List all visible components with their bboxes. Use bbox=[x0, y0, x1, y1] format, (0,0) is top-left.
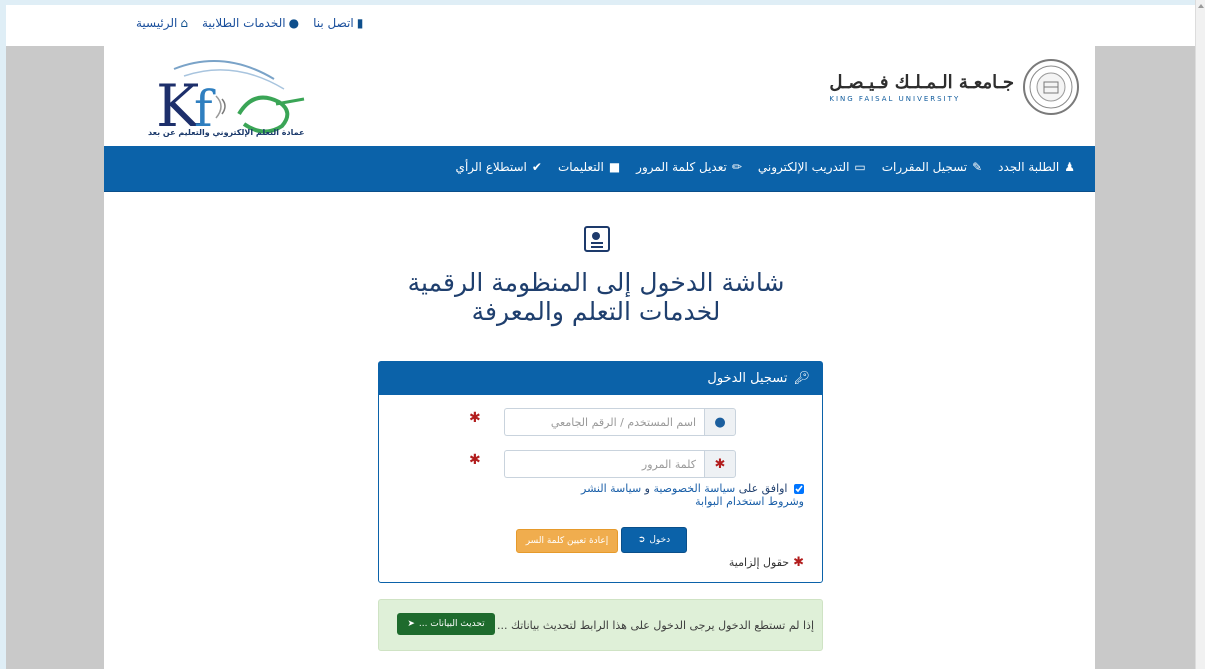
reset-password-button[interactable]: إعادة تعيين كلمة السر bbox=[516, 529, 618, 553]
page-title: شاشة الدخول إلى المنظومة الرقمية لخدمات … bbox=[407, 268, 785, 326]
top-link-home[interactable]: ⌂ الرئيسية bbox=[136, 16, 188, 30]
vertical-scrollbar[interactable] bbox=[1195, 0, 1205, 669]
kfu-logo[interactable]: جـامعـة الـمـلـك فـيـصـل KING FAISAL UNI… bbox=[829, 58, 1080, 116]
login-button[interactable]: دخول ➲ bbox=[621, 527, 687, 553]
top-link-label: الخدمات الطلابية bbox=[201, 16, 286, 30]
top-utility-bar: ⌂ الرئيسية ● الخدمات الطلابية ▮ اتصل بنا bbox=[6, 5, 1195, 46]
phone-icon: ▮ bbox=[356, 16, 364, 30]
agree-checkbox[interactable] bbox=[794, 484, 804, 494]
login-panel: 🔑︎ تسجيل الدخول ✱ ● ✱ ✱ اوافق على سياسة … bbox=[378, 361, 823, 583]
university-name-en: KING FAISAL UNIVERSITY bbox=[829, 94, 961, 103]
top-links: ⌂ الرئيسية ● الخدمات الطلابية ▮ اتصل بنا bbox=[136, 16, 363, 30]
login-button-label: دخول bbox=[649, 535, 671, 545]
password-input[interactable] bbox=[504, 450, 704, 478]
kfu-seal-icon bbox=[1023, 59, 1079, 115]
main-navbar: ♟ الطلبة الجدد ✎ تسجيل المقررات ▭ التدري… bbox=[104, 146, 1095, 192]
kfu-logo-text: جـامعـة الـمـلـك فـيـصـل KING FAISAL UNI… bbox=[829, 72, 1014, 103]
home-icon: ⌂ bbox=[180, 16, 188, 30]
asterisk-icon: ✱ bbox=[704, 450, 736, 478]
top-link-contact[interactable]: ▮ اتصل بنا bbox=[313, 16, 363, 30]
nav-item-label: التعليمات bbox=[557, 160, 604, 174]
deanship-caption: عمادة التعلم الإلكتروني والتعليم عن بعد bbox=[148, 128, 305, 137]
check-icon: ✔ bbox=[531, 160, 542, 174]
agree-and: و bbox=[644, 482, 650, 495]
nav-item-label: الطلبة الجدد bbox=[998, 160, 1060, 174]
login-panel-header: 🔑︎ تسجيل الدخول bbox=[379, 362, 822, 395]
user-icon: ● bbox=[288, 16, 300, 30]
alert-text: إذا لم تستطع الدخول يرجى الدخول على هذا … bbox=[496, 619, 814, 632]
edit-icon: ✎ bbox=[972, 160, 983, 174]
required-note-label: حقول إلزامية bbox=[728, 556, 790, 569]
comment-icon: ■ bbox=[608, 160, 621, 174]
users-icon: ♟ bbox=[1064, 160, 1075, 174]
pencil-icon: ✏ bbox=[731, 160, 742, 174]
arrow-circle-icon: ➤ bbox=[407, 619, 415, 629]
required-star-icon: ✱ bbox=[469, 410, 481, 426]
username-input[interactable] bbox=[504, 408, 704, 436]
main-container: جـامعـة الـمـلـك فـيـصـل KING FAISAL UNI… bbox=[104, 46, 1095, 669]
privacy-policy-link[interactable]: سياسة الخصوصية bbox=[653, 482, 735, 495]
terms-agreement: اوافق على سياسة الخصوصية و سياسة النشر و… bbox=[564, 482, 804, 508]
nav-item-course-registration[interactable]: ✎ تسجيل المقررات bbox=[882, 160, 982, 174]
required-fields-note: ✱ حقول إلزامية bbox=[729, 555, 804, 570]
agree-prefix: اوافق على bbox=[738, 482, 788, 495]
nav-items: ♟ الطلبة الجدد ✎ تسجيل المقررات ▭ التدري… bbox=[456, 160, 1075, 174]
monitor-icon: ▭ bbox=[854, 160, 866, 174]
user-icon: ● bbox=[704, 408, 736, 436]
nav-item-label: تسجيل المقررات bbox=[881, 160, 968, 174]
required-star-icon: ✱ bbox=[469, 452, 481, 468]
login-heading: تسجيل الدخول bbox=[707, 371, 788, 386]
nav-item-label: التدريب الإلكتروني bbox=[757, 160, 850, 174]
sign-in-icon: ➲ bbox=[637, 535, 646, 545]
username-field: ● bbox=[504, 408, 736, 436]
update-data-button[interactable]: تحديث البيانات ... ➤ bbox=[397, 613, 495, 635]
reset-button-label: إعادة تعيين كلمة السر bbox=[525, 536, 609, 546]
update-button-label: تحديث البيانات ... bbox=[418, 619, 485, 629]
scroll-up-arrow-icon[interactable] bbox=[1198, 4, 1204, 8]
top-link-label: الرئيسية bbox=[136, 16, 178, 30]
nav-item-label: تعديل كلمة المرور bbox=[636, 160, 727, 174]
university-name-ar: جـامعـة الـمـلـك فـيـصـل bbox=[829, 71, 1014, 93]
nav-item-survey[interactable]: ✔ استطلاع الرأي bbox=[456, 160, 542, 174]
top-link-label: اتصل بنا bbox=[313, 16, 354, 30]
nav-item-label: استطلاع الرأي bbox=[455, 160, 527, 174]
profile-card-icon bbox=[584, 226, 610, 252]
nav-item-new-students[interactable]: ♟ الطلبة الجدد bbox=[998, 160, 1075, 174]
nav-item-e-training[interactable]: ▭ التدريب الإلكتروني bbox=[758, 160, 866, 174]
nav-item-change-password[interactable]: ✏ تعديل كلمة المرور bbox=[636, 160, 742, 174]
key-icon: 🔑︎ bbox=[793, 371, 810, 386]
password-field: ✱ bbox=[504, 450, 736, 478]
required-star-icon: ✱ bbox=[793, 555, 804, 570]
update-data-alert: إذا لم تستطع الدخول يرجى الدخول على هذا … bbox=[378, 599, 823, 651]
top-link-student-services[interactable]: ● الخدمات الطلابية bbox=[202, 16, 299, 30]
nav-item-instructions[interactable]: ■ التعليمات bbox=[558, 160, 620, 174]
